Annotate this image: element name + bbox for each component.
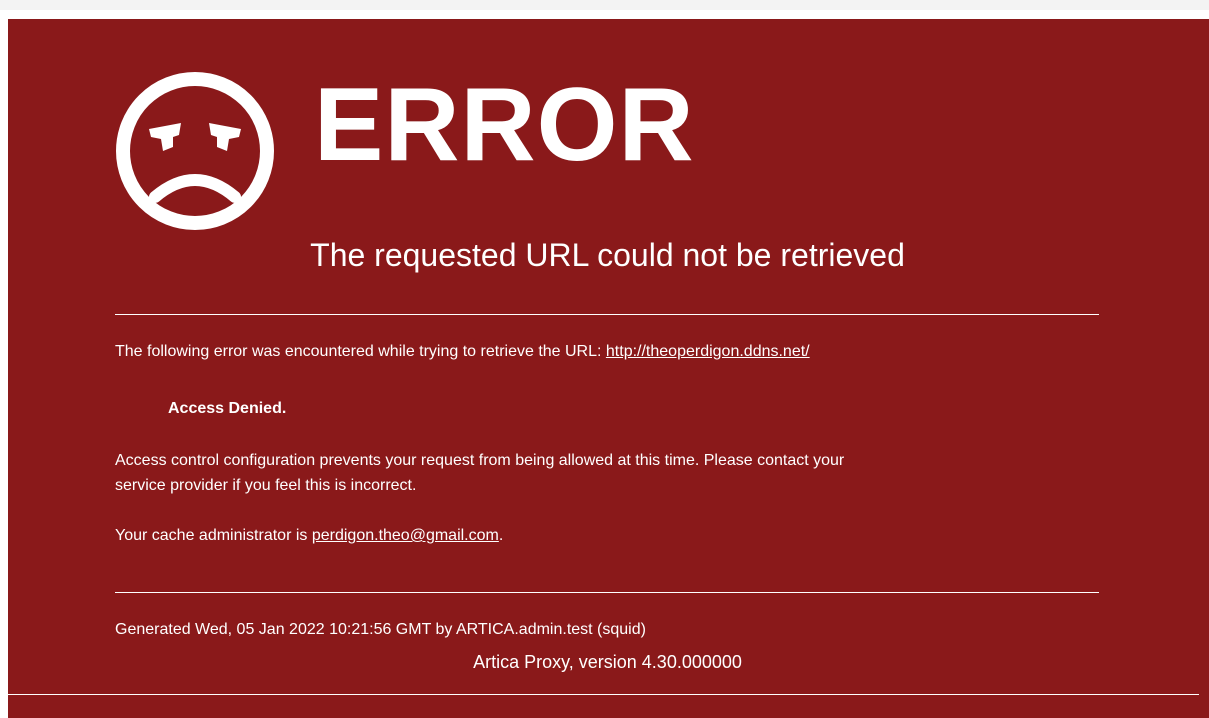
- version-footer: Artica Proxy, version 4.30.000000: [473, 652, 742, 672]
- top-strip: [0, 0, 1209, 10]
- admin-email-link[interactable]: perdigon.theo@gmail.com: [312, 527, 499, 544]
- bottom-divider: [8, 694, 1199, 695]
- admin-line: Your cache administrator is perdigon.the…: [115, 524, 503, 548]
- requested-url-link[interactable]: http://theoperdigon.ddns.net/: [606, 343, 810, 360]
- error-subtitle: The requested URL could not be retrieved: [310, 237, 905, 273]
- explanation-line-1: Access control configuration prevents yo…: [115, 452, 845, 469]
- access-denied-label: Access Denied.: [168, 400, 287, 417]
- generated-footer: Generated Wed, 05 Jan 2022 10:21:56 GMT …: [115, 621, 646, 638]
- error-title: ERROR: [314, 67, 695, 183]
- explanation-line-2: service provider if you feel this is inc…: [115, 477, 417, 494]
- divider: [115, 592, 1099, 593]
- error-intro-text: The following error was encountered whil…: [115, 343, 606, 360]
- error-url-line: The following error was encountered whil…: [115, 340, 810, 364]
- divider: [115, 314, 1099, 315]
- admin-suffix-text: .: [498, 527, 504, 544]
- sad-face-icon: [116, 72, 274, 230]
- admin-prefix-text: Your cache administrator is: [115, 527, 312, 544]
- error-panel: ERROR The requested URL could not be ret…: [8, 19, 1209, 718]
